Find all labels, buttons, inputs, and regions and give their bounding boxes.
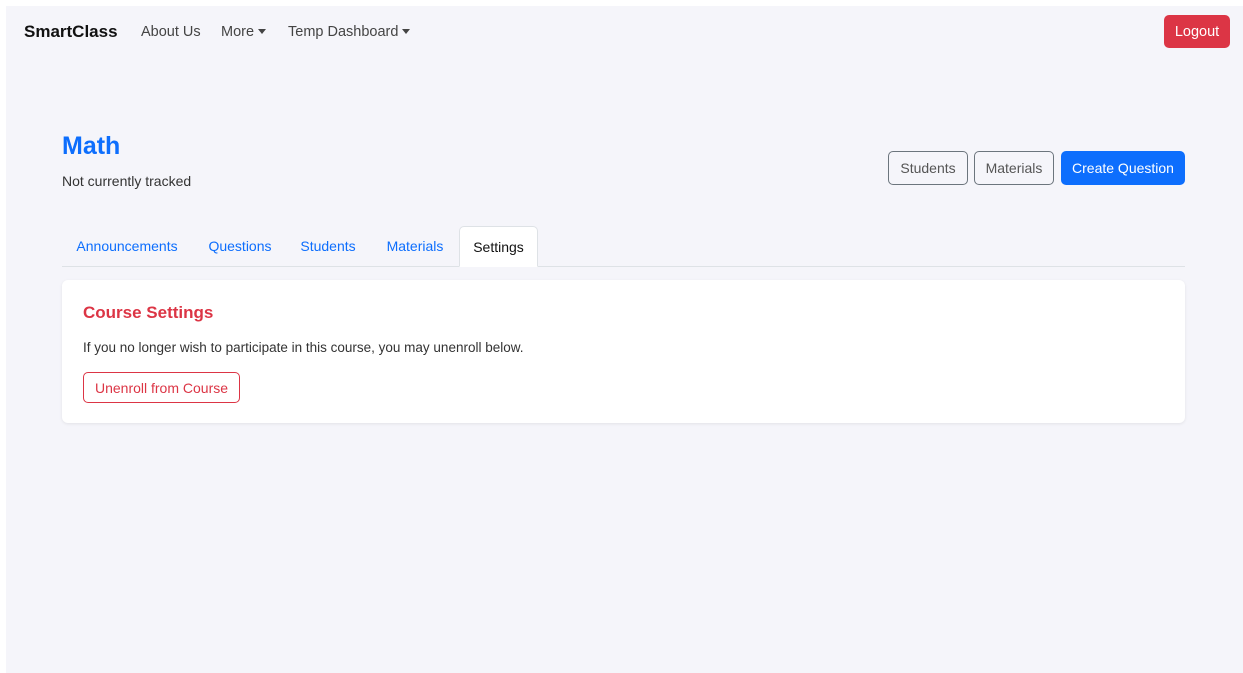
- nav-temp-dashboard-label: Temp Dashboard: [288, 24, 399, 40]
- tab-students[interactable]: Students: [286, 226, 370, 266]
- app-root: SmartClass About Us More Temp Dashboard …: [6, 6, 1243, 673]
- caret-down-icon: [402, 29, 411, 34]
- materials-button[interactable]: Materials: [974, 151, 1054, 185]
- students-button[interactable]: Students: [888, 151, 968, 185]
- brand-logo[interactable]: SmartClass: [24, 22, 118, 42]
- nav-temp-dashboard-dropdown[interactable]: Temp Dashboard: [288, 24, 411, 40]
- unenroll-button[interactable]: Unenroll from Course: [83, 372, 240, 403]
- tab-announcements[interactable]: Announcements: [62, 226, 192, 266]
- nav-more-dropdown[interactable]: More: [221, 24, 267, 40]
- logout-button[interactable]: Logout: [1164, 15, 1230, 48]
- create-question-button[interactable]: Create Question: [1061, 151, 1185, 185]
- unenroll-description: If you no longer wish to participate in …: [83, 340, 524, 355]
- course-title: Math: [62, 132, 121, 160]
- course-settings-card: Course Settings If you no longer wish to…: [62, 280, 1185, 423]
- nav-more-label: More: [221, 24, 255, 40]
- nav-about-us-label: About Us: [141, 24, 201, 40]
- card-title: Course Settings: [83, 303, 214, 322]
- tab-materials[interactable]: Materials: [372, 226, 458, 266]
- top-navbar: SmartClass About Us More Temp Dashboard …: [6, 6, 1243, 58]
- caret-down-icon: [258, 29, 267, 34]
- tab-questions[interactable]: Questions: [196, 226, 284, 266]
- tab-settings[interactable]: Settings: [459, 226, 538, 267]
- nav-about-us[interactable]: About Us: [141, 24, 201, 40]
- course-tabs: Announcements Questions Students Materia…: [62, 226, 1185, 267]
- course-tracking-status: Not currently tracked: [62, 173, 192, 189]
